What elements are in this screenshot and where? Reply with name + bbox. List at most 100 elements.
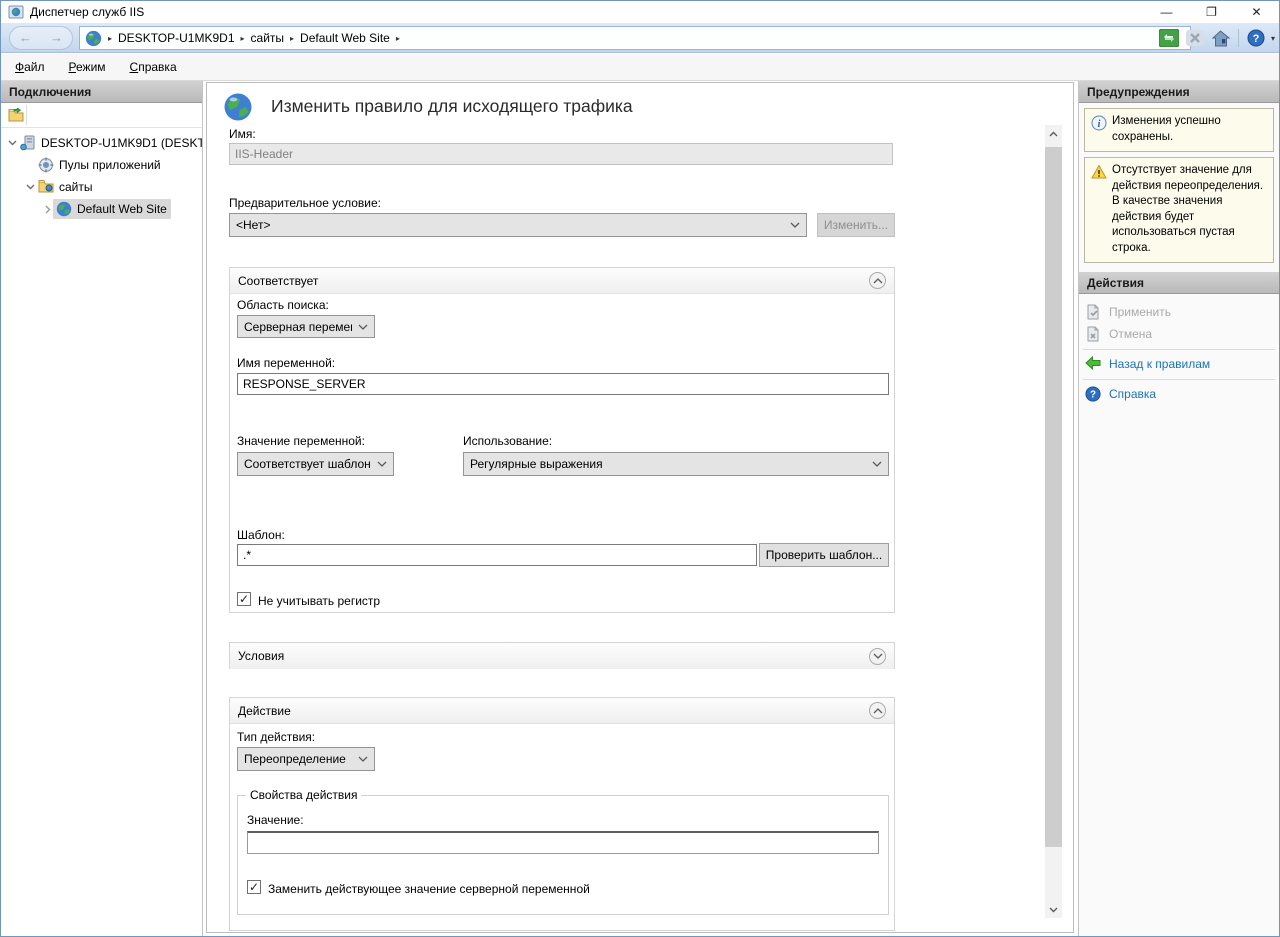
restore-button[interactable]: ❐ [1189,1,1234,23]
chevron-down-icon [358,756,368,762]
back-icon[interactable]: ← [19,31,32,44]
help-dropdown-icon[interactable]: ▾ [1271,34,1275,43]
home-icon[interactable] [1210,28,1232,48]
variable-name-label: Имя переменной: [237,356,335,370]
pattern-input[interactable] [237,544,757,566]
info-icon: i [1091,115,1107,131]
nav-buttons: ← → [9,26,73,50]
variable-value-value: Соответствует шаблону [244,457,371,471]
action-section-header[interactable]: Действие [230,698,894,724]
action-properties-group: Свойства действия [237,795,889,915]
breadcrumb-default-web-site[interactable]: Default Web Site [300,31,390,45]
scope-select[interactable]: Серверная переменн [237,315,375,338]
sites-folder-icon [38,179,55,195]
apply-icon [1085,304,1101,320]
value-input[interactable] [247,831,879,854]
cancel-icon [1085,326,1101,342]
content-scrollbar[interactable] [1045,125,1062,918]
back-to-rules-action[interactable]: Назад к правилам [1085,354,1279,374]
test-pattern-button[interactable]: Проверить шаблон... [759,543,889,567]
conditions-section: Условия [229,642,895,669]
connections-tree: DESKTOP-U1MK9D1 (DESKTOP Пулы приложений… [1,128,202,220]
tree-item-app-pools[interactable]: Пулы приложений [1,154,202,176]
warning-icon [1091,164,1107,180]
name-input [229,143,893,165]
help-icon[interactable]: ? [1245,28,1267,48]
chevron-down-icon [377,461,387,467]
conditions-section-title: Условия [238,649,869,663]
scrollbar-thumb[interactable] [1045,147,1062,847]
connections-toolbar [1,103,202,128]
menu-help[interactable]: Справка [120,56,187,78]
using-label: Использование: [463,434,552,448]
chevron-expanded-icon[interactable] [25,182,35,192]
chevron-collapsed-icon[interactable] [43,204,53,214]
help-circle-icon: ? [1085,386,1101,402]
window-controls: — ❐ ✕ [1144,1,1279,23]
help-link[interactable]: Справка [1109,387,1156,401]
iis-manager-window: Диспетчер служб IIS — ❐ ✕ ← → ▸ DESKTOP-… [0,0,1280,937]
feature-content: Изменить правило для исходящего трафика … [206,82,1074,933]
chevron-down-icon [872,461,882,467]
menu-file[interactable]: Файл [5,56,55,78]
warnings-header: Предупреждения [1079,81,1279,103]
using-select[interactable]: Регулярные выражения [463,452,889,476]
scroll-down-icon[interactable] [1045,901,1062,918]
breadcrumb-server[interactable]: DESKTOP-U1MK9D1 [118,31,234,45]
precondition-select[interactable]: <Нет> [229,213,807,237]
breadcrumb-separator-icon: ▸ [396,34,400,43]
breadcrumb-separator-icon: ▸ [290,34,294,43]
back-arrow-icon [1085,356,1101,372]
help-action[interactable]: ? Справка [1085,384,1279,404]
app-pools-icon [38,157,55,173]
ignore-case-label[interactable]: Не учитывать регистр [258,594,380,608]
chevron-down-icon [790,222,800,228]
actions-divider [1083,379,1275,380]
scroll-up-icon[interactable] [1045,125,1062,142]
minimize-button[interactable]: — [1144,1,1189,23]
tree-label-app-pools: Пулы приложений [59,158,161,172]
svg-text:?: ? [1090,390,1096,401]
cancel-label: Отмена [1109,327,1152,341]
chevron-expanded-icon[interactable] [7,138,17,148]
address-bar[interactable]: ▸ DESKTOP-U1MK9D1 ▸ сайты ▸ Default Web … [79,26,1191,50]
breadcrumb-sites[interactable]: сайты [251,31,285,45]
action-type-select[interactable]: Переопределение [237,747,375,771]
connections-header: Подключения [1,81,202,103]
variable-value-select[interactable]: Соответствует шаблону [237,452,394,476]
right-panel: Предупреждения i Изменения успешно сохра… [1078,81,1279,936]
ignore-case-checkbox[interactable]: ✓ [237,592,251,606]
tree-item-default-web-site[interactable]: Default Web Site [1,198,202,220]
variable-value-label: Значение переменной: [237,434,365,448]
page-title: Изменить правило для исходящего трафика [271,96,633,117]
collapse-section-icon[interactable] [869,272,886,289]
connections-panel: Подключения DESKTOP-U1MK9D1 (DESKTOP Пул… [1,81,203,936]
action-properties-legend: Свойства действия [246,788,361,802]
forward-icon[interactable]: → [50,31,63,44]
replace-value-checkbox[interactable]: ✓ [247,880,261,894]
expand-section-icon[interactable] [869,648,886,665]
apply-action: Применить [1085,302,1279,322]
variable-name-input[interactable] [237,373,889,395]
server-icon [20,135,37,151]
edit-precondition-button: Изменить... [817,213,895,237]
tree-item-sites[interactable]: сайты [1,176,202,198]
back-to-rules-link[interactable]: Назад к правилам [1109,357,1210,371]
close-button[interactable]: ✕ [1234,1,1279,23]
refresh-icon[interactable] [1158,28,1180,48]
precondition-value: <Нет> [236,218,784,232]
scope-label: Область поиска: [237,298,329,312]
window-title: Диспетчер служб IIS [30,5,144,19]
menu-bar: Файл Режим Справка [1,54,1279,81]
conditions-section-header[interactable]: Условия [230,643,894,669]
name-label: Имя: [229,127,256,141]
apply-label: Применить [1109,305,1171,319]
tree-item-server[interactable]: DESKTOP-U1MK9D1 (DESKTOP [1,132,202,154]
title-bar: Диспетчер служб IIS — ❐ ✕ [1,1,1279,23]
match-section-header[interactable]: Соответствует [230,268,894,294]
toolbar-divider [1238,29,1239,47]
save-connection-icon[interactable] [5,105,27,125]
replace-value-label[interactable]: Заменить действующее значение серверной … [268,882,590,896]
menu-view[interactable]: Режим [59,56,116,78]
collapse-section-icon[interactable] [869,702,886,719]
